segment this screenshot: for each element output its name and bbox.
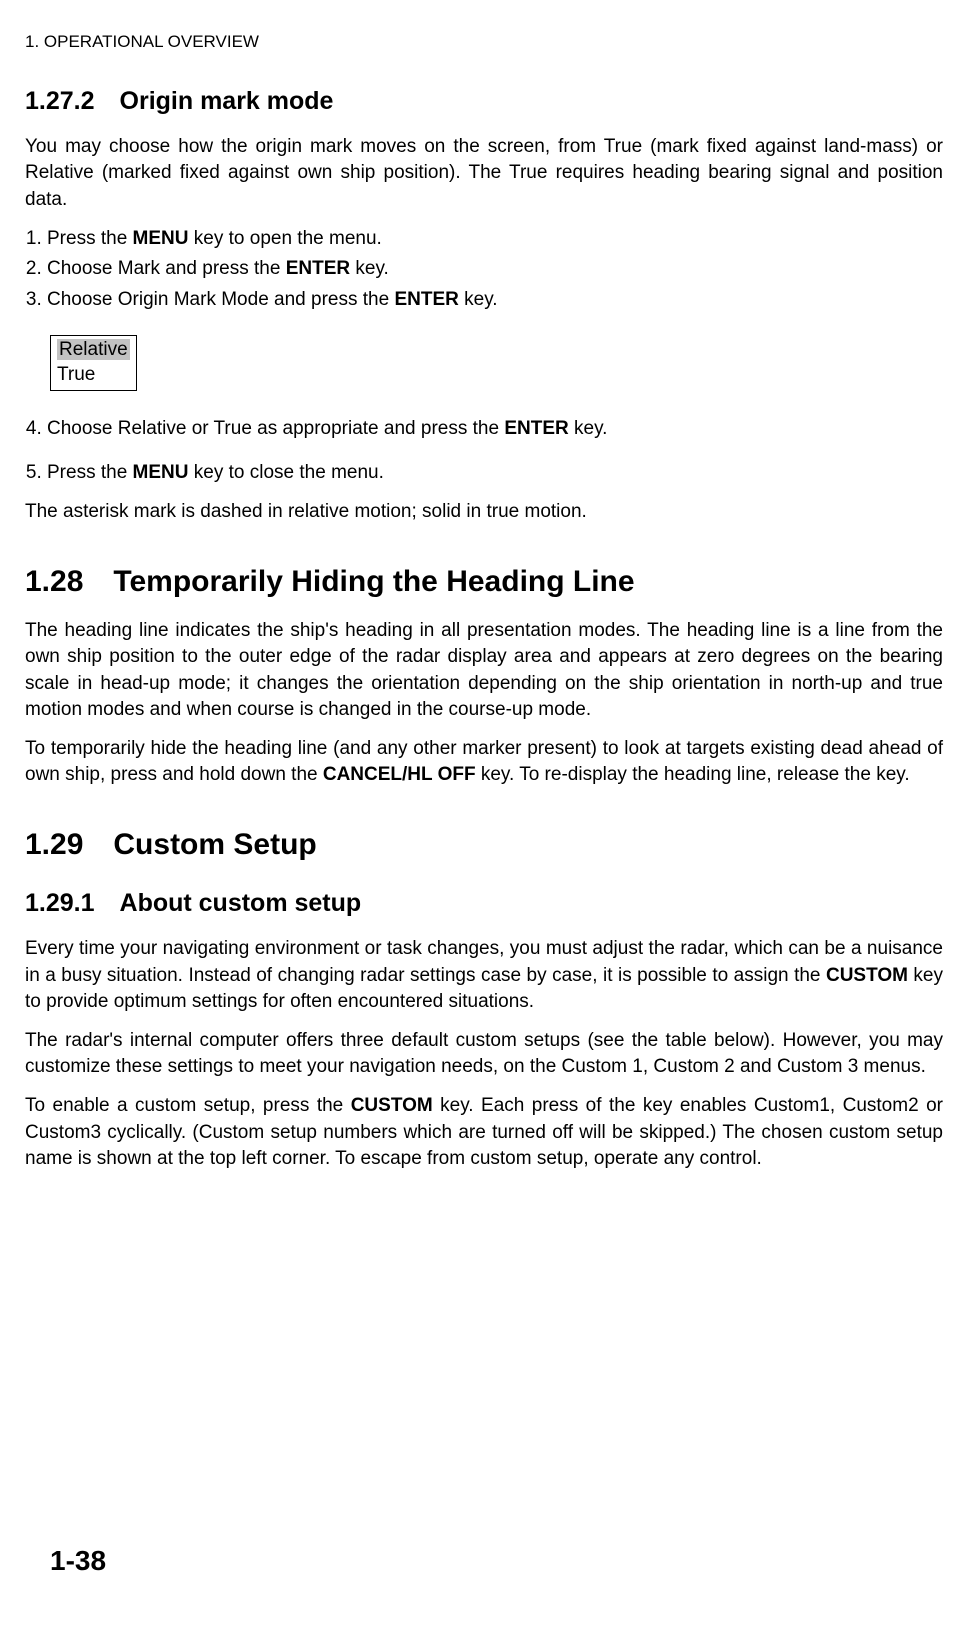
- key-label: CANCEL/HL OFF: [323, 764, 476, 785]
- key-label: MENU: [133, 462, 189, 483]
- list-item: Choose Relative or True as appropriate a…: [47, 416, 943, 443]
- list-item: Press the MENU key to close the menu.: [47, 460, 943, 487]
- section-number: 1.29.1: [25, 886, 95, 921]
- key-label: ENTER: [286, 258, 350, 279]
- section-128-title: 1.28 Temporarily Hiding the Heading Line: [25, 561, 943, 603]
- option-item: True: [57, 363, 130, 388]
- section-1272-title: 1.27.2 Origin mark mode: [25, 84, 943, 119]
- section-number: 1.27.2: [25, 84, 95, 119]
- steps-list: Press the MENU key to open the menu. Cho…: [25, 226, 943, 314]
- page-number: 1-38: [50, 1541, 106, 1580]
- section-1291-title: 1.29.1 About custom setup: [25, 886, 943, 921]
- list-item: Choose Origin Mark Mode and press the EN…: [47, 287, 943, 314]
- paragraph-text: Every time your navigating environment o…: [25, 936, 943, 1016]
- key-label: CUSTOM: [351, 1095, 433, 1116]
- section-heading-text: Custom Setup: [113, 828, 316, 861]
- section-heading-text: Origin mark mode: [120, 87, 334, 115]
- section-heading-text: Temporarily Hiding the Heading Line: [113, 565, 634, 598]
- steps-list-continued: Choose Relative or True as appropriate a…: [25, 416, 943, 487]
- key-label: MENU: [133, 228, 189, 249]
- paragraph-text: The heading line indicates the ship's he…: [25, 618, 943, 724]
- paragraph-text: The radar's internal computer offers thr…: [25, 1028, 943, 1081]
- page-header: 1. OPERATIONAL OVERVIEW: [25, 30, 943, 54]
- paragraph-text: To enable a custom setup, press the CUST…: [25, 1093, 943, 1173]
- key-label: ENTER: [504, 418, 568, 439]
- option-box: Relative True: [50, 335, 137, 390]
- key-label: ENTER: [394, 289, 458, 310]
- list-item: Choose Mark and press the ENTER key.: [47, 256, 943, 283]
- section-129-title: 1.29 Custom Setup: [25, 824, 943, 866]
- section-number: 1.29: [25, 824, 83, 866]
- paragraph-text: The asterisk mark is dashed in relative …: [25, 499, 943, 526]
- key-label: CUSTOM: [826, 965, 908, 986]
- section-heading-text: About custom setup: [120, 889, 362, 917]
- paragraph-text: You may choose how the origin mark moves…: [25, 134, 943, 214]
- list-item: Press the MENU key to open the menu.: [47, 226, 943, 253]
- section-number: 1.28: [25, 561, 83, 603]
- option-selected: Relative: [57, 339, 130, 360]
- paragraph-text: To temporarily hide the heading line (an…: [25, 736, 943, 789]
